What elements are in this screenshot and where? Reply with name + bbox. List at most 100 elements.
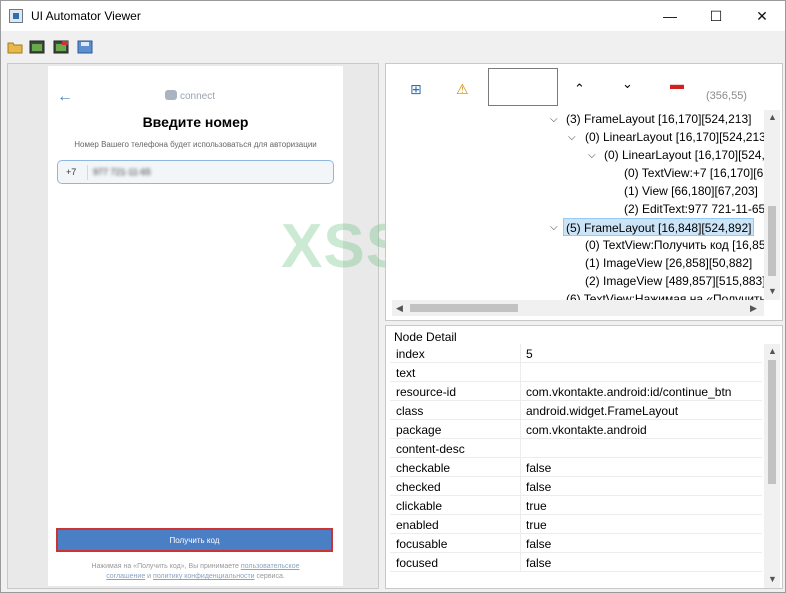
table-row[interactable]: enabled true: [390, 515, 762, 534]
property-value[interactable]: false: [526, 537, 551, 551]
minimize-button[interactable]: —: [647, 1, 693, 31]
country-code[interactable]: +7: [66, 167, 76, 177]
tree-vertical-scrollbar[interactable]: ▲ ▼: [764, 110, 780, 300]
table-row[interactable]: checked false: [390, 477, 762, 496]
property-key: class: [396, 404, 424, 418]
maximize-button[interactable]: ☐: [693, 1, 739, 31]
property-value[interactable]: false: [526, 461, 551, 475]
phone-screen[interactable]: ← connect Введите номер Номер Вашего тел…: [48, 66, 343, 586]
page-subtitle: Номер Вашего телефона будет использовать…: [74, 140, 317, 149]
warning-icon[interactable]: ⚠: [456, 81, 469, 98]
tree-node[interactable]: (1) View [66,180][67,203]: [624, 182, 758, 200]
property-value[interactable]: 5: [526, 347, 533, 361]
property-value[interactable]: android.widget.FrameLayout: [526, 404, 678, 418]
property-value[interactable]: true: [526, 518, 547, 532]
tree-node[interactable]: (0) LinearLayout [16,170][524,2: [604, 146, 766, 164]
expand-chevron-icon[interactable]: ⌵: [588, 150, 596, 161]
back-arrow-icon[interactable]: ←: [57, 88, 73, 106]
page-title: Введите номер: [142, 114, 249, 130]
table-row[interactable]: resource-id com.vkontakte.android:id/cont…: [390, 382, 762, 401]
tree-horizontal-scrollbar[interactable]: ◀ ▶: [392, 300, 764, 316]
property-value[interactable]: false: [526, 556, 551, 570]
tree-node[interactable]: (3) FrameLayout [16,170][524,213]: [566, 110, 751, 128]
brand-text: connect: [180, 91, 216, 102]
device-screenshot-pane[interactable]: ← connect Введите номер Номер Вашего тел…: [7, 63, 379, 589]
property-key: index: [396, 347, 425, 361]
privacy-policy-link[interactable]: политику конфиденциальности: [153, 573, 255, 580]
compressed-screenshot-icon[interactable]: [53, 40, 69, 54]
scroll-left-icon[interactable]: ◀: [396, 303, 403, 314]
app-icon: [9, 9, 23, 23]
property-value[interactable]: com.vkontakte.android: [526, 423, 647, 437]
property-value[interactable]: com.vkontakte.android:id/continue_btn: [526, 385, 731, 399]
phone-input[interactable]: +7 977 721-11-65: [57, 160, 334, 184]
tree-node[interactable]: (2) ImageView [489,857][515,883]: [585, 272, 766, 290]
toolbar: [1, 32, 785, 60]
property-key: checked: [396, 480, 441, 494]
tree-node[interactable]: (0) LinearLayout [16,170][524,213]: [585, 128, 766, 146]
expand-chevron-icon[interactable]: ⌵: [568, 132, 576, 143]
chevron-down-icon[interactable]: ⌄: [622, 76, 633, 92]
user-agreement-link[interactable]: пользовательское: [241, 563, 300, 570]
scroll-up-icon[interactable]: ▲: [768, 346, 777, 356]
table-row[interactable]: content-desc: [390, 439, 762, 458]
tree-node[interactable]: (6) TextView:Нажимая на «Получить: [566, 290, 766, 300]
table-row[interactable]: clickable true: [390, 496, 762, 515]
table-row[interactable]: checkable false: [390, 458, 762, 477]
property-key: text: [396, 366, 416, 380]
property-key: resource-id: [396, 385, 457, 399]
hierarchy-tree[interactable]: ⌵ (3) FrameLayout [16,170][524,213] ⌵ (0…: [392, 110, 766, 300]
property-value[interactable]: true: [526, 499, 547, 513]
terms-prefix: Нажимая на «Получить код», Вы принимаете: [91, 563, 241, 570]
detail-vertical-scrollbar[interactable]: ▲ ▼: [764, 344, 780, 588]
scroll-down-icon[interactable]: ▼: [768, 574, 777, 584]
chevron-up-icon[interactable]: ⌃: [574, 81, 585, 97]
scrollbar-thumb[interactable]: [410, 304, 518, 312]
table-row[interactable]: index 5: [390, 344, 762, 363]
column-divider: [520, 458, 521, 477]
scrollbar-thumb[interactable]: [768, 206, 776, 276]
save-icon[interactable]: [77, 40, 93, 54]
window-title: UI Automator Viewer: [31, 9, 141, 23]
open-folder-icon[interactable]: [7, 40, 23, 54]
tree-node[interactable]: (1) ImageView [26,858][50,882]: [585, 254, 752, 272]
scrollbar-thumb[interactable]: [768, 360, 776, 484]
table-row[interactable]: text: [390, 363, 762, 382]
property-key: focused: [396, 556, 439, 570]
table-row[interactable]: package com.vkontakte.android: [390, 420, 762, 439]
scroll-down-icon[interactable]: ▼: [768, 286, 777, 296]
table-row[interactable]: focusable false: [390, 534, 762, 553]
vk-logo-icon: [165, 90, 177, 100]
property-key: clickable: [396, 499, 443, 513]
cursor-coordinates: (356,55): [706, 90, 747, 102]
expand-all-icon[interactable]: ⊞: [410, 81, 422, 98]
table-row[interactable]: focused false: [390, 553, 762, 572]
scroll-right-icon[interactable]: ▶: [750, 303, 757, 314]
column-divider: [520, 439, 521, 458]
node-detail-pane: Node Detail index 5 text resource-id com.v…: [385, 325, 783, 589]
phone-value[interactable]: 977 721-11-65: [93, 167, 151, 177]
expand-chevron-icon[interactable]: ⌵: [550, 222, 558, 233]
property-value[interactable]: false: [526, 480, 551, 494]
collapse-icon[interactable]: ▬: [670, 76, 684, 92]
get-code-button[interactable]: Получить код: [56, 528, 333, 552]
property-key: enabled: [396, 518, 439, 532]
column-divider: [520, 382, 521, 401]
property-key: package: [396, 423, 442, 437]
device-screenshot-icon[interactable]: [29, 40, 45, 54]
app-window: UI Automator Viewer — ☐ ✕ ← connect Введ…: [0, 0, 786, 593]
user-agreement-link-cont[interactable]: соглашение: [106, 573, 145, 580]
expand-chevron-icon[interactable]: ⌵: [550, 114, 558, 125]
column-divider: [520, 496, 521, 515]
column-divider: [520, 515, 521, 534]
tree-node-selected[interactable]: (5) FrameLayout [16,848][524,892]: [563, 218, 755, 236]
tree-node[interactable]: (0) TextView:Получить код [16,85: [585, 236, 766, 254]
tree-node[interactable]: (0) TextView:+7 [16,170][66: [624, 164, 766, 182]
close-button[interactable]: ✕: [739, 1, 785, 31]
property-key: content-desc: [396, 442, 465, 456]
terms-text: Нажимая на «Получить код», Вы принимаете…: [68, 562, 323, 582]
tree-node[interactable]: (2) EditText:977 721-11-65: [624, 200, 765, 218]
column-divider: [520, 534, 521, 553]
table-row[interactable]: class android.widget.FrameLayout: [390, 401, 762, 420]
scroll-up-icon[interactable]: ▲: [768, 112, 777, 122]
